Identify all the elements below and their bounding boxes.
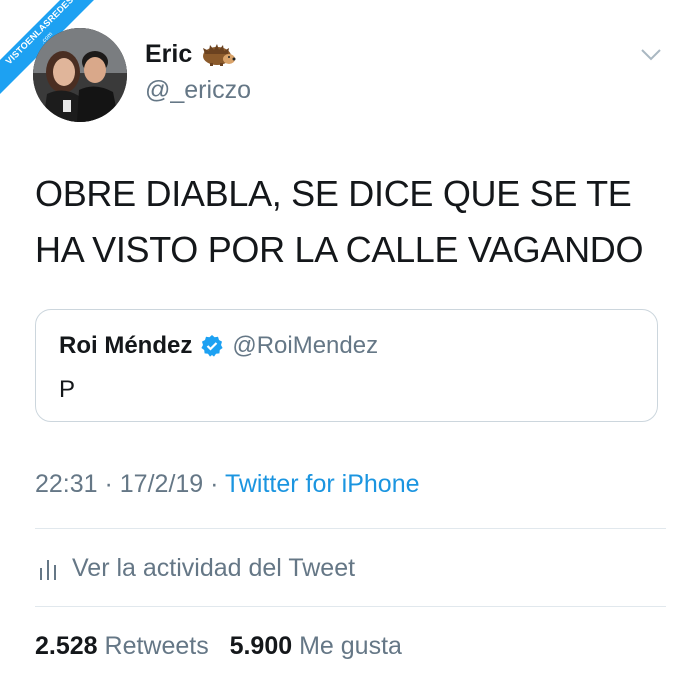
activity-label: Ver la actividad del Tweet (72, 554, 356, 582)
user-handle[interactable]: @_ericzo (145, 76, 251, 105)
analytics-bars-icon (40, 559, 56, 580)
meta-separator-2: · (203, 470, 225, 498)
divider-bottom (35, 606, 666, 607)
tweet-line-2: HA VISTO POR LA CALLE VAGANDO (35, 229, 644, 270)
avatar-image (33, 28, 127, 122)
like-label[interactable]: Me gusta (299, 632, 402, 660)
like-count[interactable]: 5.900 (230, 632, 293, 660)
verified-badge-icon (201, 335, 223, 357)
tweet-date[interactable]: 17/2/19 (120, 470, 203, 498)
retweet-count[interactable]: 2.528 (35, 632, 98, 660)
tweet-text: OBRE DIABLA, SE DICE QUE SE TE HA VISTO … (35, 166, 675, 278)
divider-top (35, 528, 666, 529)
avatar[interactable] (33, 28, 127, 122)
meta-separator: · (97, 470, 120, 498)
quoted-handle: @RoiMendez (232, 332, 379, 359)
user-name[interactable]: Eric (145, 40, 192, 69)
tweet-source-link[interactable]: Twitter for iPhone (225, 470, 420, 498)
tweet-line-1: OBRE DIABLA, SE DICE QUE SE TE (35, 173, 632, 214)
chevron-down-icon[interactable] (640, 48, 662, 62)
quoted-tweet[interactable]: Roi Méndez @RoiMendez P (35, 309, 658, 422)
tweet-meta: 22:31 · 17/2/19 · Twitter for iPhone (35, 470, 420, 499)
tweet-time[interactable]: 22:31 (35, 470, 98, 498)
quoted-text: P (59, 376, 76, 403)
hedgehog-emoji-icon (203, 43, 236, 66)
quoted-name: Roi Méndez (59, 332, 193, 359)
retweet-label[interactable]: Retweets (105, 632, 209, 660)
tweet-stats: 2.528 Retweets 5.900 Me gusta (35, 632, 402, 661)
tweet-activity-link[interactable]: Ver la actividad del Tweet (38, 554, 355, 583)
